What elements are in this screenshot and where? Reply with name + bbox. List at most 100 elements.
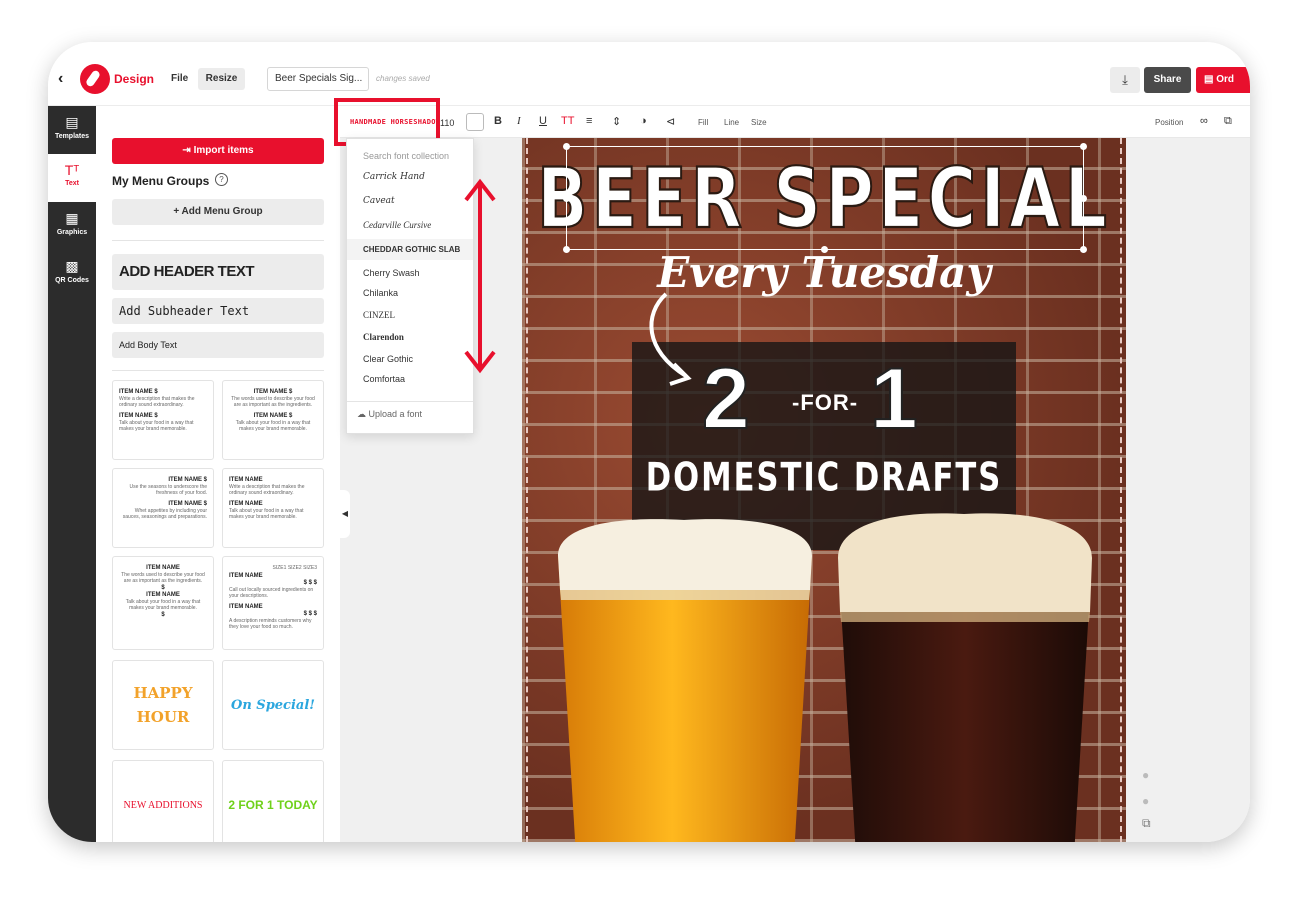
document-title-input[interactable]: Beer Specials Sig...	[267, 67, 369, 91]
menu-template-card[interactable]: ITEM NAME $ The words used to describe y…	[222, 380, 324, 460]
item-description: Talk about your food in a way that makes…	[235, 420, 311, 432]
happy-hour-card[interactable]: HAPPY HOUR	[112, 660, 214, 750]
text-color-swatch[interactable]	[466, 113, 484, 131]
on-special-card[interactable]: On Special!	[222, 660, 324, 750]
font-option[interactable]: CINZEL	[347, 305, 473, 326]
item-name: ITEM NAME $	[168, 501, 207, 507]
top-bar: ‹ Design File Resize Beer Specials Sig..…	[48, 42, 1250, 106]
item-name: ITEM NAME $	[168, 477, 207, 483]
subline-text[interactable]: DOMESTIC DRAFTS	[522, 455, 1126, 501]
download-button[interactable]: ⤓	[1110, 67, 1140, 93]
font-option[interactable]: Carrick Hand	[347, 167, 473, 188]
item-description: The words used to describe your food are…	[121, 572, 205, 584]
day-text[interactable]: Every Tuesday	[522, 248, 1126, 297]
font-option[interactable]: Caveat	[347, 191, 473, 212]
text-panel: ⇥ Import items My Menu Groups ? + Add Me…	[96, 106, 340, 842]
format-toolbar: HANDMADE HORSESHADOW 110 B I U TT ≡ ⇕ ◑ …	[340, 106, 1250, 138]
position-button[interactable]: Position	[1155, 118, 1183, 127]
add-header-text-button[interactable]: ADD HEADER TEXT	[112, 254, 324, 290]
rail-item-templates[interactable]: ▤ Templates	[48, 106, 96, 154]
file-menu[interactable]: File	[171, 73, 188, 84]
item-description: Use the seasons to underscore the freshn…	[129, 484, 207, 496]
resize-button[interactable]: Resize	[198, 68, 245, 90]
font-search-input[interactable]: Search font collection	[363, 151, 449, 161]
layers-icon[interactable]: ⧉	[1224, 115, 1232, 128]
font-size-input[interactable]: 110	[440, 118, 454, 128]
line-spacing-icon[interactable]: ⇕	[612, 115, 621, 128]
menu-template-card[interactable]: ITEM NAME $ Use the seasons to underscor…	[112, 468, 214, 548]
templates-icon: ▤	[65, 114, 79, 130]
share-button[interactable]: Share	[1144, 67, 1191, 93]
align-center-icon[interactable]: ≡	[586, 115, 592, 127]
duplicate-icon[interactable]: ⧉	[1142, 816, 1151, 831]
new-additions-text: NEW ADDITIONS	[123, 799, 203, 811]
item-name: ITEM NAME	[229, 573, 263, 579]
qr-code-icon: ▩	[65, 258, 79, 274]
brand-logo-icon[interactable]	[80, 64, 110, 94]
menu-template-card[interactable]: SIZE1 SIZE2 SIZE3 ITEM NAME $ $ $ Call o…	[222, 556, 324, 650]
line-button[interactable]: Line	[724, 118, 739, 127]
order-button[interactable]: ▤ Ord	[1196, 67, 1250, 93]
underline-button[interactable]: U	[539, 115, 547, 127]
pin-icon[interactable]: ●	[1142, 768, 1149, 782]
import-icon: ⇥	[182, 145, 194, 156]
menu-template-card[interactable]: ITEM NAME Write a description that makes…	[222, 468, 324, 548]
happy-hour-text: HAPPY HOUR	[133, 684, 193, 726]
lock-icon[interactable]: ●	[1142, 794, 1149, 808]
item-name: ITEM NAME	[229, 604, 263, 610]
item-description: Call out locally sourced ingredients on …	[229, 587, 314, 599]
dark-beer-glass-image[interactable]	[834, 508, 1096, 842]
resize-handle[interactable]	[1080, 195, 1087, 202]
divider	[347, 401, 473, 402]
add-body-text-button[interactable]: Add Body Text	[112, 332, 324, 358]
add-menu-group-button[interactable]: + Add Menu Group	[112, 199, 324, 225]
import-items-button[interactable]: ⇥ Import items	[112, 138, 324, 164]
menu-template-card[interactable]: ITEM NAME $ Write a description that mak…	[112, 380, 214, 460]
curved-arrow-graphic[interactable]	[642, 292, 702, 392]
rail-item-text[interactable]: Tᵀ Text	[48, 154, 96, 202]
two-for-one-card[interactable]: 2 FOR 1 TODAY	[222, 760, 324, 842]
menu-template-card[interactable]: ITEM NAME The words used to describe you…	[112, 556, 214, 650]
font-option[interactable]: Chilanka	[347, 283, 473, 304]
add-subheader-text-button[interactable]: Add Subheader Text	[112, 298, 324, 324]
resize-handle[interactable]	[563, 143, 570, 150]
offer-for-text[interactable]: -FOR-	[792, 390, 858, 416]
text-case-button[interactable]: TT	[561, 115, 574, 127]
font-option-selected[interactable]: CHEDDAR GOTHIC SLAB	[347, 239, 473, 260]
help-icon[interactable]: ?	[215, 173, 228, 186]
font-option[interactable]: Clarendon	[347, 327, 473, 348]
item-description: Talk about your food in a way that makes…	[229, 508, 304, 520]
selection-box[interactable]	[563, 143, 1087, 253]
resize-handle[interactable]	[563, 195, 570, 202]
offer-number-a[interactable]: 2	[701, 350, 751, 449]
order-icon: ▤	[1204, 74, 1217, 85]
size-button[interactable]: Size	[751, 118, 767, 127]
resize-handle[interactable]	[1080, 143, 1087, 150]
effects-icon[interactable]: ⊲	[666, 115, 675, 128]
app-window: ‹ Design File Resize Beer Specials Sig..…	[48, 42, 1250, 842]
rail-item-graphics[interactable]: ▦ Graphics	[48, 202, 96, 250]
order-label: Ord	[1216, 74, 1235, 85]
font-option[interactable]: Comfortaa	[347, 369, 473, 390]
offer-number-b[interactable]: 1	[869, 350, 919, 449]
rail-item-label: Text	[65, 180, 79, 187]
design-canvas[interactable]: BEER SPECIAL Every Tuesday 2 -FOR- 1 DOM…	[522, 138, 1126, 842]
rail-item-qr-codes[interactable]: ▩ QR Codes	[48, 250, 96, 298]
fill-button[interactable]: Fill	[698, 118, 708, 127]
font-option[interactable]: Cherry Swash	[347, 263, 473, 284]
item-price: $	[161, 585, 165, 591]
opacity-icon[interactable]: ◑	[640, 115, 647, 127]
font-option[interactable]: Cedarville Cursive	[347, 215, 473, 236]
link-icon[interactable]: ∞	[1200, 115, 1208, 127]
bold-button[interactable]: B	[494, 115, 502, 127]
italic-button[interactable]: I	[517, 115, 521, 127]
upload-font-button[interactable]: ☁ Upload a font	[357, 409, 422, 420]
cloud-upload-icon: ☁	[357, 409, 369, 419]
collapse-panel-handle[interactable]: ◀	[340, 490, 350, 538]
brand-name: Design	[114, 72, 155, 86]
chevron-left-icon[interactable]: ‹	[58, 70, 63, 88]
import-label: Import items	[193, 145, 254, 156]
font-option[interactable]: Clear Gothic	[347, 349, 473, 370]
new-additions-card[interactable]: NEW ADDITIONS	[112, 760, 214, 842]
lager-glass-image[interactable]	[554, 516, 816, 842]
